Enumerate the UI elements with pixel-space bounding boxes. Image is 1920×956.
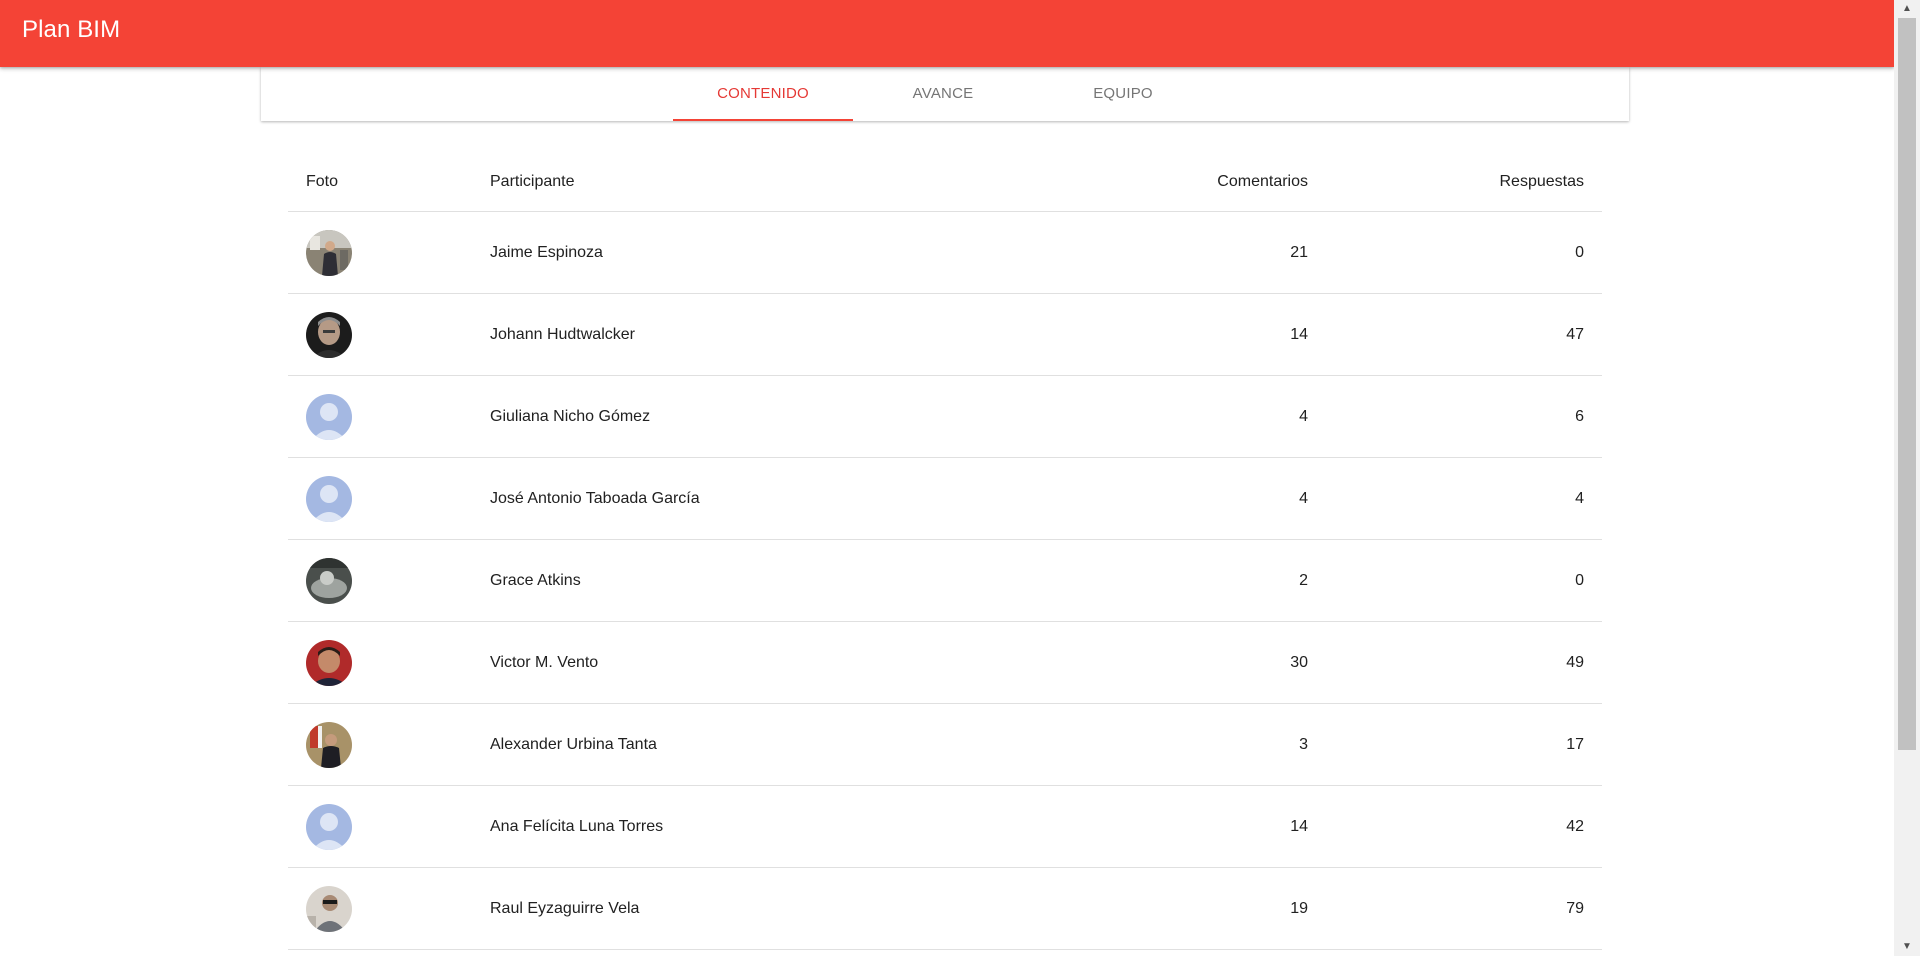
avatar [306, 229, 352, 276]
respuestas-count: 49 [1326, 621, 1602, 704]
respuestas-count: 0 [1326, 539, 1602, 622]
tab-contenido[interactable]: CONTENIDO [673, 67, 853, 121]
default-user-icon [306, 393, 352, 440]
vertical-scrollbar[interactable]: ▲ ▼ [1894, 0, 1920, 956]
photo-man-sunglasses-icon [306, 885, 352, 932]
respuestas-count: 0 [1326, 211, 1602, 294]
avatar-cell [288, 867, 472, 950]
participant-name: Grace Atkins [472, 539, 1050, 622]
avatar [306, 475, 352, 522]
tab-equipo[interactable]: EQUIPO [1033, 67, 1213, 121]
photo-man-flag-icon [306, 721, 352, 768]
table-row: José Antonio Taboada García 4 4 [288, 457, 1602, 540]
participant-name: Giuliana Nicho Gómez [472, 375, 1050, 458]
avatar-cell [288, 293, 472, 376]
comentarios-count: 4 [1050, 457, 1326, 540]
header-comentarios: Comentarios [1050, 152, 1326, 212]
comentarios-count: 30 [1050, 621, 1326, 704]
avatar-cell [288, 703, 472, 786]
header-respuestas: Respuestas [1326, 152, 1602, 212]
table-row: Giuliana Nicho Gómez 4 6 [288, 375, 1602, 458]
participant-name: Victor M. Vento [472, 621, 1050, 704]
participant-name: Johann Hudtwalcker [472, 293, 1050, 376]
respuestas-count: 17 [1326, 703, 1602, 786]
respuestas-count: 6 [1326, 375, 1602, 458]
avatar [306, 885, 352, 932]
comentarios-count: 4 [1050, 375, 1326, 458]
avatar-cell [288, 211, 472, 294]
participant-name: José Antonio Taboada García [472, 457, 1050, 540]
photo-man-red-background-icon [306, 639, 352, 686]
comentarios-count: 14 [1050, 293, 1326, 376]
comentarios-count: 14 [1050, 785, 1326, 868]
avatar [306, 639, 352, 686]
participant-name: Alexander Urbina Tanta [472, 703, 1050, 786]
comentarios-count: 3 [1050, 703, 1326, 786]
avatar-cell [288, 621, 472, 704]
respuestas-count: 79 [1326, 867, 1602, 950]
app-viewport: Plan BIM CONTENIDO AVANCE EQUIPO Foto Pa… [0, 0, 1920, 956]
header-participante: Participante [472, 152, 1050, 212]
photo-man-portrait-icon [306, 311, 352, 358]
table-row: Raul Eyzaguirre Vela 19 79 [288, 867, 1602, 950]
scroll-down-arrow-icon[interactable]: ▼ [1894, 938, 1920, 956]
tab-avance-label: AVANCE [912, 85, 974, 102]
app-bar: Plan BIM [0, 0, 1894, 67]
participant-name: Jaime Espinoza [472, 211, 1050, 294]
scrollbar-thumb[interactable] [1898, 18, 1916, 750]
scroll-up-arrow-icon[interactable]: ▲ [1894, 0, 1920, 18]
active-tab-indicator [673, 119, 853, 121]
tab-bar: CONTENIDO AVANCE EQUIPO [261, 67, 1629, 121]
participants-table: Foto Participante Comentarios Respuestas [288, 152, 1602, 950]
avatar [306, 803, 352, 850]
photo-dark-grey-icon [306, 557, 352, 604]
table-header-row: Foto Participante Comentarios Respuestas [288, 152, 1602, 212]
avatar [306, 557, 352, 604]
comentarios-count: 2 [1050, 539, 1326, 622]
default-user-icon [306, 803, 352, 850]
respuestas-count: 4 [1326, 457, 1602, 540]
avatar-cell [288, 375, 472, 458]
table-row: Jaime Espinoza 21 0 [288, 211, 1602, 294]
avatar-cell [288, 539, 472, 622]
photo-person-suit-icon [306, 229, 352, 276]
header-foto: Foto [288, 152, 472, 212]
participant-name: Ana Felícita Luna Torres [472, 785, 1050, 868]
avatar-cell [288, 457, 472, 540]
app-title: Plan BIM [22, 16, 121, 43]
tab-avance[interactable]: AVANCE [853, 67, 1033, 121]
default-user-icon [306, 475, 352, 522]
table-row: Johann Hudtwalcker 14 47 [288, 293, 1602, 376]
tab-contenido-label: CONTENIDO [717, 85, 809, 102]
avatar-cell [288, 785, 472, 868]
comentarios-count: 21 [1050, 211, 1326, 294]
respuestas-count: 47 [1326, 293, 1602, 376]
table-row: Grace Atkins 2 0 [288, 539, 1602, 622]
avatar [306, 721, 352, 768]
comentarios-count: 19 [1050, 867, 1326, 950]
avatar [306, 311, 352, 358]
table-row: Ana Felícita Luna Torres 14 42 [288, 785, 1602, 868]
respuestas-count: 42 [1326, 785, 1602, 868]
participant-name: Raul Eyzaguirre Vela [472, 867, 1050, 950]
table-row: Alexander Urbina Tanta 3 17 [288, 703, 1602, 786]
participants-table-container: Foto Participante Comentarios Respuestas [288, 152, 1602, 950]
tab-equipo-label: EQUIPO [1093, 85, 1153, 102]
avatar [306, 393, 352, 440]
table-row: Victor M. Vento 30 49 [288, 621, 1602, 704]
